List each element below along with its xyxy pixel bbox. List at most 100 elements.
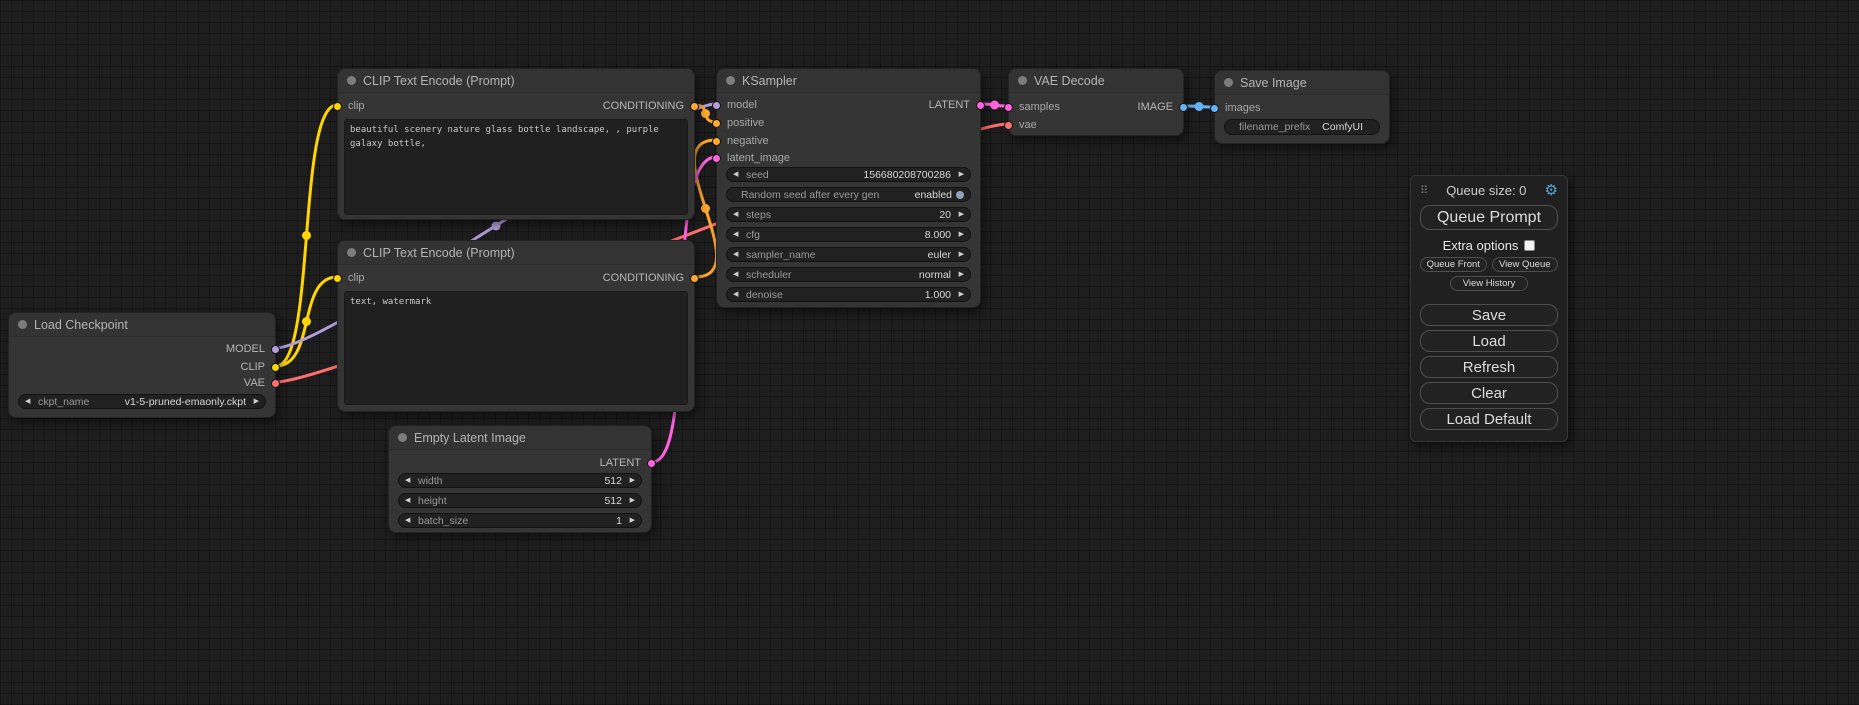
queue-front-button[interactable]: Queue Front: [1420, 257, 1487, 272]
drag-handle-icon[interactable]: ⠿: [1420, 184, 1428, 197]
output-slot-vae[interactable]: VAE: [244, 376, 280, 390]
decrement-arrow-icon[interactable]: ◀: [733, 287, 742, 302]
increment-arrow-icon[interactable]: ▶: [955, 267, 964, 282]
positive-prompt-textarea[interactable]: beautiful scenery nature glass bottle la…: [344, 119, 688, 215]
input-slot-positive[interactable]: positive: [712, 116, 764, 130]
refresh-button[interactable]: Refresh: [1420, 356, 1558, 378]
decrement-arrow-icon[interactable]: ◀: [405, 513, 414, 528]
widget-random-seed-toggle[interactable]: Random seed after every gen enabled: [726, 187, 971, 202]
slot-dot-clip[interactable]: [333, 274, 342, 283]
view-history-button[interactable]: View History: [1450, 276, 1528, 291]
increment-arrow-icon[interactable]: ▶: [955, 287, 964, 302]
slot-dot-latent[interactable]: [712, 154, 721, 163]
decrement-arrow-icon[interactable]: ◀: [733, 167, 742, 182]
node-title-bar[interactable]: VAE Decode: [1009, 69, 1183, 93]
save-button[interactable]: Save: [1420, 304, 1558, 326]
widget-batch-size[interactable]: ◀ batch_size 1 ▶: [398, 513, 642, 528]
decrement-arrow-icon[interactable]: ◀: [25, 394, 34, 409]
slot-dot-clip[interactable]: [333, 102, 342, 111]
node-ksampler[interactable]: KSampler model positive negative latent_…: [716, 68, 981, 308]
decrement-arrow-icon[interactable]: ◀: [733, 267, 742, 282]
widget-height[interactable]: ◀ height 512 ▶: [398, 493, 642, 508]
slot-dot-model[interactable]: [271, 345, 280, 354]
collapse-dot-icon[interactable]: [1224, 78, 1233, 87]
slot-dot-latent[interactable]: [647, 459, 656, 468]
slot-dot-latent[interactable]: [976, 101, 985, 110]
output-slot-latent[interactable]: LATENT: [600, 456, 656, 470]
node-clip-text-encode-positive[interactable]: CLIP Text Encode (Prompt) clip CONDITION…: [337, 68, 695, 220]
output-slot-conditioning[interactable]: CONDITIONING: [603, 271, 699, 285]
widget-cfg[interactable]: ◀ cfg 8.000 ▶: [726, 227, 971, 242]
node-vae-decode[interactable]: VAE Decode samples vae IMAGE: [1008, 68, 1184, 136]
widget-width[interactable]: ◀ width 512 ▶: [398, 473, 642, 488]
input-slot-latent-image[interactable]: latent_image: [712, 151, 790, 165]
node-title-bar[interactable]: Load Checkpoint: [9, 313, 275, 337]
node-clip-text-encode-negative[interactable]: CLIP Text Encode (Prompt) clip CONDITION…: [337, 240, 695, 412]
slot-dot-conditioning[interactable]: [712, 137, 721, 146]
increment-arrow-icon[interactable]: ▶: [955, 207, 964, 222]
slot-dot-conditioning[interactable]: [712, 119, 721, 128]
node-load-checkpoint[interactable]: Load Checkpoint MODEL CLIP VAE ◀ ckpt_na…: [8, 312, 276, 418]
widget-sampler-name[interactable]: ◀ sampler_name euler ▶: [726, 247, 971, 262]
input-slot-clip[interactable]: clip: [333, 99, 365, 113]
slot-dot-vae[interactable]: [1004, 121, 1013, 130]
collapse-dot-icon[interactable]: [347, 76, 356, 85]
input-slot-model[interactable]: model: [712, 98, 757, 112]
node-empty-latent-image[interactable]: Empty Latent Image LATENT ◀ width 512 ▶ …: [388, 425, 652, 533]
widget-steps[interactable]: ◀ steps 20 ▶: [726, 207, 971, 222]
node-title-bar[interactable]: CLIP Text Encode (Prompt): [338, 69, 694, 93]
input-slot-negative[interactable]: negative: [712, 134, 769, 148]
collapse-dot-icon[interactable]: [726, 76, 735, 85]
input-slot-samples[interactable]: samples: [1004, 100, 1060, 114]
increment-arrow-icon[interactable]: ▶: [626, 493, 635, 508]
widget-ckpt-name[interactable]: ◀ ckpt_name v1-5-pruned-emaonly.ckpt ▶: [18, 394, 266, 409]
node-title-bar[interactable]: Save Image: [1215, 71, 1389, 95]
node-title-bar[interactable]: CLIP Text Encode (Prompt): [338, 241, 694, 265]
increment-arrow-icon[interactable]: ▶: [955, 167, 964, 182]
widget-filename-prefix[interactable]: filename_prefix ComfyUI: [1224, 119, 1380, 135]
toggle-dot-icon[interactable]: [956, 191, 964, 199]
output-slot-image[interactable]: IMAGE: [1138, 100, 1188, 114]
input-slot-images[interactable]: images: [1210, 101, 1260, 115]
extra-options-checkbox[interactable]: [1524, 240, 1535, 251]
collapse-dot-icon[interactable]: [398, 433, 407, 442]
decrement-arrow-icon[interactable]: ◀: [405, 473, 414, 488]
increment-arrow-icon[interactable]: ▶: [626, 473, 635, 488]
settings-gear-icon[interactable]: ⚙: [1545, 183, 1558, 198]
slot-dot-model[interactable]: [712, 101, 721, 110]
output-slot-latent[interactable]: LATENT: [929, 98, 985, 112]
increment-arrow-icon[interactable]: ▶: [955, 247, 964, 262]
collapse-dot-icon[interactable]: [1018, 76, 1027, 85]
slot-dot-clip[interactable]: [271, 363, 280, 372]
increment-arrow-icon[interactable]: ▶: [250, 394, 259, 409]
collapse-dot-icon[interactable]: [18, 320, 27, 329]
slot-dot-latent[interactable]: [1004, 103, 1013, 112]
slot-dot-vae[interactable]: [271, 379, 280, 388]
widget-denoise[interactable]: ◀ denoise 1.000 ▶: [726, 287, 971, 302]
increment-arrow-icon[interactable]: ▶: [626, 513, 635, 528]
slot-dot-conditioning[interactable]: [690, 102, 699, 111]
decrement-arrow-icon[interactable]: ◀: [733, 207, 742, 222]
load-default-button[interactable]: Load Default: [1420, 408, 1558, 430]
load-button[interactable]: Load: [1420, 330, 1558, 352]
node-title-bar[interactable]: Empty Latent Image: [389, 426, 651, 450]
queue-prompt-button[interactable]: Queue Prompt: [1420, 205, 1558, 230]
node-save-image[interactable]: Save Image images filename_prefix ComfyU…: [1214, 70, 1390, 144]
output-slot-conditioning[interactable]: CONDITIONING: [603, 99, 699, 113]
node-title-bar[interactable]: KSampler: [717, 69, 980, 93]
increment-arrow-icon[interactable]: ▶: [955, 227, 964, 242]
input-slot-clip[interactable]: clip: [333, 271, 365, 285]
decrement-arrow-icon[interactable]: ◀: [733, 247, 742, 262]
output-slot-model[interactable]: MODEL: [226, 342, 280, 356]
slot-dot-conditioning[interactable]: [690, 274, 699, 283]
negative-prompt-textarea[interactable]: text, watermark: [344, 291, 688, 405]
slot-dot-image[interactable]: [1179, 103, 1188, 112]
input-slot-vae[interactable]: vae: [1004, 118, 1037, 132]
decrement-arrow-icon[interactable]: ◀: [733, 227, 742, 242]
widget-scheduler[interactable]: ◀ scheduler normal ▶: [726, 267, 971, 282]
output-slot-clip[interactable]: CLIP: [241, 360, 280, 374]
clear-button[interactable]: Clear: [1420, 382, 1558, 404]
slot-dot-image[interactable]: [1210, 104, 1219, 113]
graph-canvas[interactable]: { "colors": { "model": "#B39DDB", "clip"…: [0, 0, 1859, 705]
collapse-dot-icon[interactable]: [347, 248, 356, 257]
